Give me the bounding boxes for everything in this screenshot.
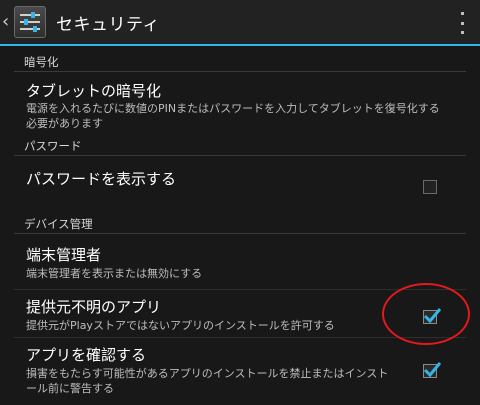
pref-summary: 提供元がPlayストアではないアプリのインストールを許可する <box>26 319 335 332</box>
section-header-encryption: 暗号化 <box>14 54 466 72</box>
overflow-menu-icon[interactable] <box>458 12 466 34</box>
back-chevron-icon[interactable]: ‹ <box>2 0 12 45</box>
pref-unknown-sources[interactable]: 提供元不明のアプリ 提供元がPlayストアではないアプリのインストールを許可する <box>0 290 480 338</box>
pref-device-administrators[interactable]: 端末管理者 端末管理者を表示または無効にする <box>0 238 480 290</box>
pref-tablet-encryption[interactable]: タブレットの暗号化 電源を入れるたびに数値のPINまたはパスワードを入力してタブ… <box>0 74 480 132</box>
checkmark-icon <box>423 308 441 324</box>
pref-summary: 端末管理者を表示または無効にする <box>26 267 203 280</box>
settings-list[interactable]: 暗号化 タブレットの暗号化 電源を入れるたびに数値のPINまたはパスワードを入力… <box>0 48 480 405</box>
page-title: セキュリティ <box>56 14 160 35</box>
unknown-sources-checkbox[interactable] <box>423 308 441 324</box>
show-password-checkbox[interactable] <box>423 180 437 194</box>
action-bar: ‹ セキュリティ <box>0 0 480 46</box>
settings-sliders-icon[interactable] <box>14 6 46 38</box>
pref-title: アプリを確認する <box>26 346 147 364</box>
pref-show-password[interactable]: パスワードを表示する <box>0 158 480 206</box>
pref-summary: 電源を入れるたびに数値のPINまたはパスワードを入力してタブレットを復号化する必… <box>26 102 440 130</box>
pref-title: パスワードを表示する <box>26 170 177 188</box>
verify-apps-checkbox[interactable] <box>423 362 441 378</box>
pref-verify-apps[interactable]: アプリを確認する 損害をもたらす可能性があるアプリのインストールを禁止またはイン… <box>0 338 480 405</box>
section-header-passwords: パスワード <box>14 138 466 156</box>
pref-title: 提供元不明のアプリ <box>26 298 162 316</box>
section-header-device-admin: デバイス管理 <box>14 216 466 234</box>
pref-summary: 損害をもたらす可能性があるアプリのインストールを禁止またはインストール前に警告す… <box>26 367 389 395</box>
pref-title: タブレットの暗号化 <box>26 82 162 100</box>
pref-title: 端末管理者 <box>26 246 102 264</box>
checkmark-icon <box>423 362 441 378</box>
